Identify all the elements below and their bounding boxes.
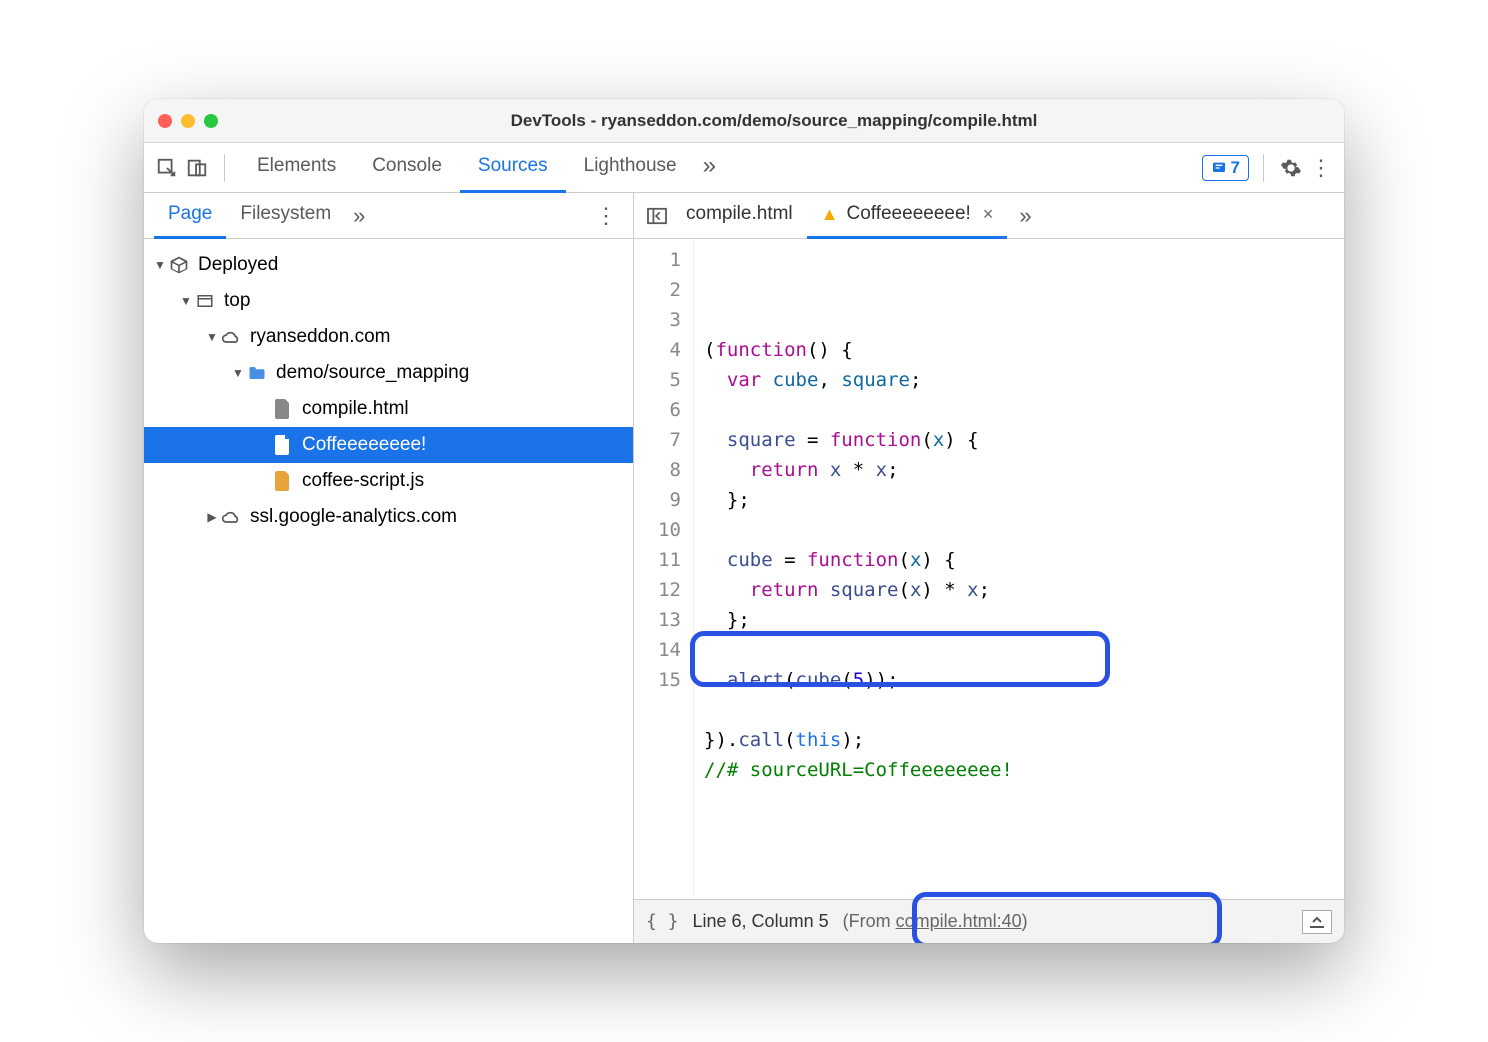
navigator-sidebar: Page Filesystem » ⋮ ▼ Deployed ▼ xyxy=(144,193,634,943)
frame-icon xyxy=(194,290,216,312)
status-bar: { } Line 6, Column 5 (From compile.html:… xyxy=(634,899,1344,943)
tree-label: coffee-script.js xyxy=(302,470,424,492)
tab-elements[interactable]: Elements xyxy=(239,143,354,193)
titlebar: DevTools - ryanseddon.com/demo/source_ma… xyxy=(144,99,1344,143)
separator xyxy=(224,154,225,182)
tree-node-deployed[interactable]: ▼ Deployed xyxy=(144,247,633,283)
tab-filesystem[interactable]: Filesystem xyxy=(226,193,345,239)
line-gutter: 123456789101112131415 xyxy=(634,239,694,899)
main-toolbar: Elements Console Sources Lighthouse » 7 … xyxy=(144,143,1344,193)
filetab-label: Coffeeeeeeee! xyxy=(846,203,970,225)
filetab-compile[interactable]: compile.html xyxy=(672,193,807,239)
tree-file-compile[interactable]: compile.html xyxy=(144,391,633,427)
settings-icon[interactable] xyxy=(1278,155,1304,181)
tree-label: ssl.google-analytics.com xyxy=(250,506,457,528)
tree-label: demo/source_mapping xyxy=(276,362,469,384)
tree-file-coffee[interactable]: Coffeeeeeeee! xyxy=(144,427,633,463)
close-tab-icon[interactable]: × xyxy=(983,204,994,225)
tree-label: compile.html xyxy=(302,398,409,420)
cloud-icon xyxy=(220,326,242,348)
navigator-tabs: Page Filesystem » ⋮ xyxy=(144,193,633,239)
traffic-lights xyxy=(158,114,218,128)
deployed-icon xyxy=(168,254,190,276)
tab-lighthouse[interactable]: Lighthouse xyxy=(566,143,695,193)
js-file-icon xyxy=(272,470,294,492)
navigator-menu-icon[interactable]: ⋮ xyxy=(579,203,633,229)
code-content[interactable]: (function() { var cube, square; square =… xyxy=(694,239,1344,899)
show-drawer-icon[interactable] xyxy=(1302,910,1332,934)
filetab-label: compile.html xyxy=(686,203,793,225)
folder-icon xyxy=(246,362,268,384)
pretty-print-icon[interactable]: { } xyxy=(646,911,679,932)
issues-badge[interactable]: 7 xyxy=(1202,155,1249,181)
issues-count: 7 xyxy=(1231,158,1240,178)
more-tabs-icon[interactable]: » xyxy=(695,143,724,193)
nav-back-icon[interactable] xyxy=(642,207,672,225)
tree-node-domain[interactable]: ▼ ryanseddon.com xyxy=(144,319,633,355)
file-icon xyxy=(272,398,294,420)
tree-label: Coffeeeeeeee! xyxy=(302,434,426,456)
cursor-position: Line 6, Column 5 xyxy=(693,911,829,932)
code-editor[interactable]: 123456789101112131415 (function() { var … xyxy=(634,239,1344,899)
tree-label: Deployed xyxy=(198,254,278,276)
panel-tabs: Elements Console Sources Lighthouse » xyxy=(239,143,1198,193)
devtools-window: DevTools - ryanseddon.com/demo/source_ma… xyxy=(144,99,1344,943)
separator xyxy=(1263,154,1264,182)
from-link[interactable]: compile.html:40 xyxy=(896,911,1022,931)
file-tree: ▼ Deployed ▼ top ▼ xyxy=(144,239,633,943)
file-icon xyxy=(272,434,294,456)
tree-file-coffeescript[interactable]: coffee-script.js xyxy=(144,463,633,499)
file-tabs: compile.html ▲ Coffeeeeeeee! × » xyxy=(634,193,1344,239)
tree-node-top[interactable]: ▼ top xyxy=(144,283,633,319)
zoom-window-button[interactable] xyxy=(204,114,218,128)
tab-page[interactable]: Page xyxy=(154,193,226,239)
tree-node-ga[interactable]: ▶ ssl.google-analytics.com xyxy=(144,499,633,535)
from-origin[interactable]: (From compile.html:40) xyxy=(843,911,1028,932)
window-title: DevTools - ryanseddon.com/demo/source_ma… xyxy=(218,111,1330,131)
tab-sources[interactable]: Sources xyxy=(460,143,566,193)
cloud-icon xyxy=(220,506,242,528)
device-toggle-icon[interactable] xyxy=(184,155,210,181)
editor-area: compile.html ▲ Coffeeeeeeee! × » 1234567… xyxy=(634,193,1344,943)
filetab-coffee[interactable]: ▲ Coffeeeeeeee! × xyxy=(807,193,1008,239)
tree-node-folder[interactable]: ▼ demo/source_mapping xyxy=(144,355,633,391)
tab-console[interactable]: Console xyxy=(354,143,460,193)
close-window-button[interactable] xyxy=(158,114,172,128)
minimize-window-button[interactable] xyxy=(181,114,195,128)
more-navigator-tabs-icon[interactable]: » xyxy=(353,203,365,229)
warning-icon: ▲ xyxy=(821,204,839,225)
menu-icon[interactable]: ⋮ xyxy=(1308,155,1334,181)
tree-label: ryanseddon.com xyxy=(250,326,390,348)
more-filetabs-icon[interactable]: » xyxy=(1007,203,1043,229)
inspect-element-icon[interactable] xyxy=(154,155,180,181)
tree-label: top xyxy=(224,290,250,312)
